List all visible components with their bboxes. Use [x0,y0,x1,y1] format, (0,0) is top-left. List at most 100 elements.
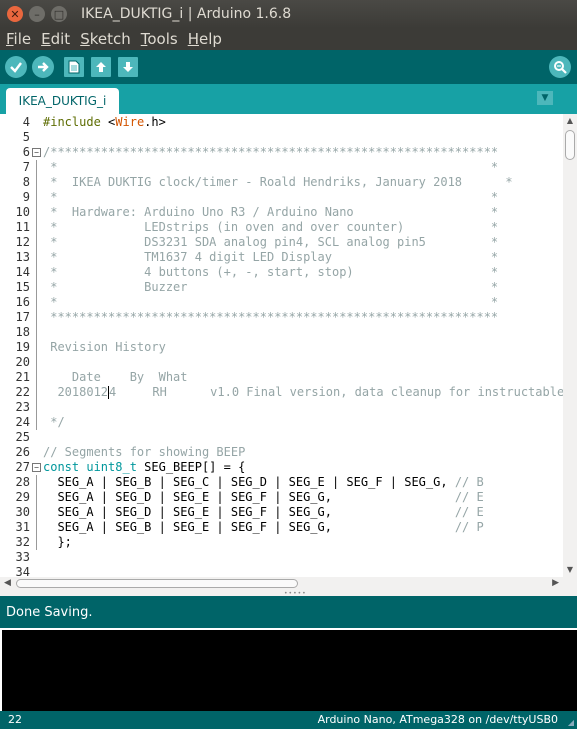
code-editor[interactable]: 4 #include <Wire.h> 5 6−/******************… [0,114,577,577]
code-line[interactable]: 25 [0,430,565,445]
code-line[interactable]: 18 [0,325,565,340]
upload-icon [38,62,49,72]
new-sketch-button[interactable] [64,57,84,77]
code-line[interactable]: 8 * IKEA DUKTIG clock/timer - Roald Hend… [0,175,565,190]
scroll-up-icon[interactable]: ▲ [565,116,575,126]
line-number: 32 [15,535,30,549]
serial-monitor-button[interactable] [549,56,571,78]
menu-tools[interactable]: Tools [141,30,178,48]
code-line[interactable]: 27− const uint8_t SEG_BEEP[] = { [0,460,565,475]
tab-menu-button[interactable]: ▼ [537,91,553,105]
code-line[interactable]: 17 *************************************… [0,310,565,325]
title-bar: ✕ – □ IKEA_DUKTIG_i | Arduino 1.6.8 [0,0,577,28]
code-token: SEG_A | SEG_D | SEG_E | SEG_F | SEG_G, [43,490,455,504]
code-line[interactable]: 10 * Hardware: Arduino Uno R3 / Arduino … [0,205,565,220]
code-line[interactable]: 5 [0,130,565,145]
upload-button[interactable] [32,56,54,78]
code-line[interactable]: 33 [0,550,565,565]
fold-guide [36,235,37,250]
code-token: */ [43,415,65,429]
code-token: * Buzzer * [43,280,499,294]
fold-guide [36,415,37,430]
console-output[interactable] [0,628,577,711]
fold-guide [36,265,37,280]
line-code: * Hardware: Arduino Uno R3 / Arduino Nan… [43,205,498,220]
line-number: 33 [15,550,30,564]
save-icon [123,62,133,72]
line-code: Date By What [43,370,188,385]
menu-file-label: ile [13,30,32,48]
code-line[interactable]: 9 * * [0,190,565,205]
code-line[interactable]: 11 * LEDstrips (in oven and over counter… [0,220,565,235]
fold-guide [36,190,37,205]
code-token: ****************************************… [43,310,499,324]
line-number: 10 [15,205,30,219]
save-sketch-button[interactable] [118,57,138,77]
fold-toggle-icon[interactable]: − [32,148,41,157]
line-number: 7 [22,160,30,174]
menu-edit-accel: E [41,30,51,48]
code-token: SEG_A | SEG_B | SEG_E | SEG_F | SEG_G, [43,520,455,534]
line-code: * TM1637 4 digit LED Display * [43,250,498,265]
code-line[interactable]: 26 // Segments for showing BEEP [0,445,565,460]
fold-guide [36,385,37,400]
tab-ikea-duktig[interactable]: IKEA_DUKTIG_i [6,88,119,114]
code-line[interactable]: 21 Date By What [0,370,565,385]
code-line[interactable]: 19 Revision History [0,340,565,355]
code-line[interactable]: 30 SEG_A | SEG_D | SEG_E | SEG_F | SEG_G… [0,505,565,520]
horizontal-scroll-thumb[interactable] [16,579,298,588]
open-sketch-button[interactable] [91,57,111,77]
fold-toggle-icon[interactable]: − [32,463,41,472]
horizontal-scrollbar[interactable]: ◀ ▶ [0,577,577,590]
fold-guide [36,295,37,310]
verify-button[interactable] [5,56,27,78]
fold-guide [36,325,37,340]
line-number: 34 [15,565,30,577]
code-line[interactable]: 7 * * [0,160,565,175]
code-line[interactable]: 6−/*************************************… [0,145,565,160]
code-token: SEG_A | SEG_D | SEG_E | SEG_F | SEG_G, [43,505,455,519]
close-window-button[interactable]: ✕ [7,6,23,22]
open-icon [96,62,106,72]
menu-edit[interactable]: Edit [41,30,70,48]
menu-help[interactable]: Help [188,30,222,48]
code-line[interactable]: 31 SEG_A | SEG_B | SEG_E | SEG_F | SEG_G… [0,520,565,535]
line-code: * * [43,190,498,205]
code-line[interactable]: 32 }; [0,535,565,550]
scroll-left-icon[interactable]: ◀ [4,578,11,588]
board-port-info: Arduino Nano, ATmega328 on /dev/ttyUSB0 [317,713,558,726]
fold-guide [36,340,37,355]
code-line[interactable]: 15 * Buzzer * [0,280,565,295]
line-number: 23 [15,400,30,414]
line-number: 18 [15,325,30,339]
code-line[interactable]: 29 SEG_A | SEG_D | SEG_E | SEG_F | SEG_G… [0,490,565,505]
code-line[interactable]: 20 [0,355,565,370]
code-token: // E [454,505,484,519]
vertical-scroll-thumb[interactable] [565,130,575,160]
vertical-scrollbar[interactable]: ▲ ▼ [563,114,577,577]
code-line[interactable]: 22 20180124 RH v1.0 Final version, data … [0,385,565,400]
code-line[interactable]: 12 * DS3231 SDA analog pin4, SCL analog … [0,235,565,250]
resize-grip-icon[interactable]: ◢ [568,718,574,727]
line-number: 14 [15,265,30,279]
code-line[interactable]: 23 [0,400,565,415]
code-line[interactable]: 34 [0,565,565,577]
code-line[interactable]: 24 */ [0,415,565,430]
menu-file[interactable]: File [6,30,31,48]
minimize-window-button[interactable]: – [29,6,45,22]
code-line[interactable]: 4 #include <Wire.h> [0,115,565,130]
code-line[interactable]: 14 * 4 buttons (+, -, start, stop) * [0,265,565,280]
code-line[interactable]: 28 SEG_A | SEG_B | SEG_C | SEG_D | SEG_E… [0,475,565,490]
code-token: // P [454,520,484,534]
scroll-down-icon[interactable]: ▼ [565,565,575,575]
tabs-bar: IKEA_DUKTIG_i ▼ [0,84,577,114]
scroll-right-icon[interactable]: ▶ [552,578,559,588]
fold-guide [36,250,37,265]
line-number: 17 [15,310,30,324]
maximize-window-button[interactable]: □ [51,6,67,22]
line-number: 30 [15,505,30,519]
code-line[interactable]: 13 * TM1637 4 digit LED Display * [0,250,565,265]
line-number: 15 [15,280,30,294]
code-line[interactable]: 16 * * [0,295,565,310]
menu-sketch[interactable]: Sketch [80,30,131,48]
